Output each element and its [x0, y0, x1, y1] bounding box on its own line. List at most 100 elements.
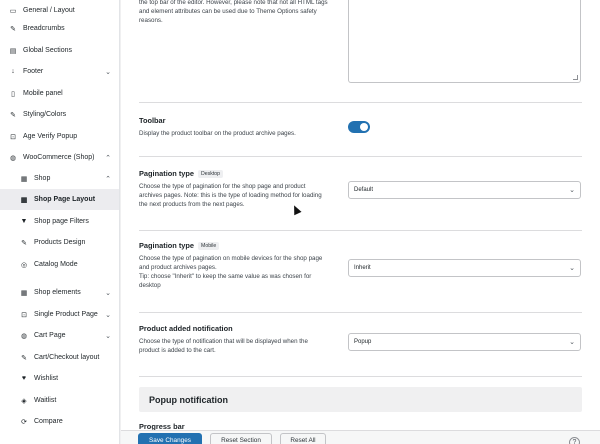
sidebar: ▭ General / Layout ✎ Breadcrumbs ▤ Global Sec…: [0, 0, 120, 444]
product-icon: ⊡: [21, 311, 27, 319]
sidebar-item[interactable]: ▦ Shop elements ⌄: [0, 282, 119, 303]
bell-icon: ◈: [21, 397, 27, 405]
toolbar-title: Toolbar: [139, 116, 166, 125]
pagination-mobile-row: Pagination type Mobile Choose the type o…: [139, 231, 582, 313]
sidebar-item-label: Footer: [23, 68, 44, 75]
sidebar-item[interactable]: ⟳ Compare: [0, 411, 119, 432]
added-notification-description: Choose the type of notification that wil…: [139, 338, 308, 354]
custom-html-description: the top bar of the editor. However, plea…: [139, 0, 328, 24]
save-changes-button[interactable]: Save Changes: [138, 433, 202, 444]
sidebar-item-label: Age Verify Popup: [23, 133, 78, 140]
pagination-mobile-title: Pagination type Mobile: [139, 241, 329, 250]
sidebar-item-label: Waitlist: [34, 397, 57, 404]
pagination-mobile-label: Pagination type: [139, 241, 195, 250]
chevron-down-icon[interactable]: ⌄: [105, 332, 111, 340]
checkout-icon: ✎: [21, 354, 27, 362]
pagination-mobile-tip: Tip: choose "Inherit" to keep the same v…: [139, 273, 312, 289]
added-notification-title: Product added notification: [139, 324, 233, 333]
toolbar-description: Display the product toolbar on the produ…: [139, 130, 296, 137]
pagination-desktop-description: Choose the type of pagination for the sh…: [139, 183, 322, 208]
sidebar-item[interactable]: ✎ Cart/Checkout layout: [0, 347, 119, 368]
toolbar-row: Toolbar Display the product toolbar on t…: [139, 103, 582, 157]
sidebar-item[interactable]: ▦ Shop ⌃: [0, 168, 119, 189]
reset-section-button[interactable]: Reset Section: [210, 433, 272, 444]
sidebar-item-label: Wishlist: [34, 375, 59, 382]
sidebar-item-label: Cart Page: [34, 332, 66, 339]
sidebar-item[interactable]: ◍ Cart Page ⌄: [0, 325, 119, 346]
chevron-down-icon[interactable]: ⌄: [105, 311, 111, 319]
brush-icon: ✎: [10, 111, 16, 119]
sidebar-item[interactable]: ◍ WooCommerce (Shop) ⌃: [0, 147, 119, 168]
footer-icon: ↓: [11, 68, 15, 75]
chevron-down-icon: ⌄: [569, 265, 575, 272]
sidebar-item-label: Single Product Page: [34, 311, 98, 318]
chevron-down-icon[interactable]: ⌄: [105, 289, 111, 297]
added-notification-select[interactable]: Popup ⌄: [348, 333, 581, 351]
pagination-desktop-row: Pagination type Desktop Choose the type …: [139, 157, 582, 231]
sidebar-item[interactable]: ✎ Breadcrumbs: [0, 18, 119, 39]
sidebar-item-label: Shop: [34, 175, 51, 182]
sidebar-item-label: Shop page Filters: [34, 218, 89, 225]
pagination-desktop-value: Default: [354, 187, 374, 193]
sidebar-item-label: Mobile panel: [23, 90, 63, 97]
sidebar-item-label: General / Layout: [23, 7, 75, 14]
reset-all-button[interactable]: Reset All: [280, 433, 326, 444]
sidebar-item[interactable]: ▯ Mobile panel: [0, 83, 119, 104]
sidebar-item[interactable]: ⊡ Single Product Page ⌄: [0, 304, 119, 325]
desktop-badge: Desktop: [198, 169, 224, 178]
sidebar-item[interactable]: ◎ Catalog Mode: [0, 254, 119, 275]
elements-icon: ▦: [20, 289, 28, 297]
cart-page-icon: ◍: [20, 332, 28, 340]
mobile-badge: Mobile: [198, 241, 220, 250]
custom-html-row: the top bar of the editor. However, plea…: [139, 0, 582, 103]
sidebar-item-label: Global Sections: [23, 47, 73, 54]
sidebar-item-label: WooCommerce (Shop): [23, 154, 95, 161]
grid-icon: ▦: [20, 196, 28, 204]
pagination-mobile-value: Inherit: [354, 265, 371, 271]
mobile-icon: ▯: [11, 90, 15, 98]
added-notification-row: Product added notification Choose the ty…: [139, 313, 582, 377]
sidebar-item-label: Cart/Checkout layout: [34, 354, 100, 361]
sidebar-item-label: Shop Page Layout: [34, 196, 96, 203]
sidebar-item[interactable]: ⊡ Age Verify Popup: [0, 126, 119, 147]
heart-icon: ♥: [21, 375, 27, 382]
popup-notification-section: Popup notification: [139, 387, 582, 412]
pagination-desktop-title: Pagination type Desktop: [139, 169, 329, 178]
sidebar-item[interactable]: ✎ Styling/Colors: [0, 104, 119, 125]
sidebar-item-label: Breadcrumbs: [23, 25, 65, 32]
pagination-desktop-label: Pagination type: [139, 169, 195, 178]
design-icon: ✎: [21, 239, 27, 247]
sidebar-item[interactable]: ▦ Shop Page Layout: [0, 189, 119, 210]
sidebar-item-label: Shop elements: [34, 289, 81, 296]
lock-icon: ⊡: [10, 133, 16, 141]
help-icon[interactable]: ?: [569, 437, 580, 444]
cart-icon: ◍: [9, 154, 17, 162]
added-notification-value: Popup: [354, 339, 372, 345]
toolbar-toggle[interactable]: [348, 121, 370, 133]
chevron-up-icon[interactable]: ⌃: [105, 154, 111, 162]
custom-html-textarea[interactable]: [348, 0, 581, 83]
sections-icon: ▤: [9, 47, 17, 55]
sidebar-item[interactable]: ♥ Wishlist: [0, 368, 119, 389]
pagination-mobile-select[interactable]: Inherit ⌄: [348, 259, 581, 277]
sidebar-item[interactable]: ↓ Footer ⌄: [0, 61, 119, 82]
toggle-knob: [360, 123, 368, 131]
sidebar-item-label: Catalog Mode: [34, 261, 78, 268]
chevron-down-icon: ⌄: [569, 339, 575, 346]
sidebar-item[interactable]: ▤ Global Sections: [0, 40, 119, 61]
compare-icon: ⟳: [21, 418, 27, 426]
chevron-down-icon[interactable]: ⌄: [105, 68, 111, 76]
pagination-mobile-description: Choose the type of pagination on mobile …: [139, 255, 323, 271]
sidebar-item-label: Styling/Colors: [23, 111, 67, 118]
pagination-desktop-select[interactable]: Default ⌄: [348, 181, 581, 199]
footer-bar: Save Changes Reset Section Reset All ?: [121, 430, 600, 444]
resize-handle-icon[interactable]: [573, 75, 578, 80]
chevron-down-icon: ⌄: [569, 187, 575, 194]
sidebar-item[interactable]: ✎ Products Design: [0, 232, 119, 253]
chevron-up-icon[interactable]: ⌃: [105, 175, 111, 183]
filter-icon: ▼: [20, 218, 28, 225]
breadcrumbs-icon: ✎: [10, 25, 16, 33]
sidebar-item[interactable]: ▼ Shop page Filters: [0, 211, 119, 232]
sidebar-item[interactable]: ◈ Waitlist: [0, 390, 119, 411]
catalog-icon: ◎: [20, 261, 28, 269]
